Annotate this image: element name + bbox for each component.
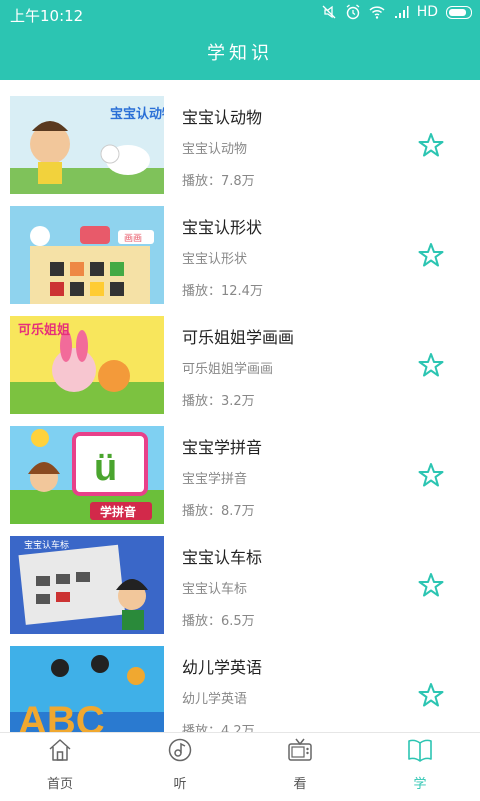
list-item[interactable]: 可乐姐姐 可乐姐姐学画画 可乐姐姐学画画 播放：3.2万 bbox=[0, 300, 480, 414]
item-title: 宝宝学拼音 bbox=[182, 438, 263, 457]
thumbnail-pinyin[interactable]: ü 学拼音 bbox=[10, 426, 164, 524]
item-subtitle: 可乐姐姐学画画 bbox=[182, 362, 274, 377]
battery-icon bbox=[446, 5, 472, 19]
tab-watch[interactable]: 看 bbox=[240, 733, 360, 801]
tab-learn[interactable]: 学 bbox=[360, 733, 480, 801]
thumbnail-shapes[interactable]: 画画 bbox=[10, 206, 164, 304]
tab-home[interactable]: 首页 bbox=[0, 733, 120, 801]
thumbnail-animals[interactable]: 宝宝认动物 bbox=[10, 96, 164, 194]
tab-label: 听 bbox=[173, 777, 187, 792]
thumb-text: 宝宝认车标 bbox=[24, 539, 69, 550]
thumb-text: 画画 bbox=[124, 233, 142, 243]
home-icon bbox=[49, 739, 71, 761]
item-title: 宝宝认动物 bbox=[182, 108, 263, 127]
tv-icon bbox=[288, 738, 312, 761]
item-play-count: 播放：4.2万 bbox=[182, 724, 255, 732]
status-bar: 上午10:12 HD bbox=[0, 0, 480, 28]
star-icon[interactable] bbox=[418, 132, 444, 158]
item-title: 宝宝认车标 bbox=[182, 548, 263, 567]
thumbnail-drawing[interactable]: 可乐姐姐 bbox=[10, 316, 164, 414]
item-play-count: 播放：3.2万 bbox=[182, 394, 255, 409]
star-icon[interactable] bbox=[418, 572, 444, 598]
tab-label: 看 bbox=[293, 777, 307, 792]
thumb-big-text: ü bbox=[94, 447, 117, 489]
tab-label: 学 bbox=[413, 777, 427, 792]
list-item[interactable]: ABC 幼儿学英语 幼儿学英语 播放：4.2万 bbox=[0, 630, 480, 732]
item-title: 宝宝认形状 bbox=[182, 218, 263, 237]
item-play-count: 播放：12.4万 bbox=[182, 284, 263, 299]
list-item[interactable]: 宝宝认动物 宝宝认动物 宝宝认动物 播放：7.8万 bbox=[0, 80, 480, 194]
list-item[interactable]: 画画 宝宝认形状 宝宝认形状 播放：12.4万 bbox=[0, 190, 480, 304]
item-play-count: 播放：7.8万 bbox=[182, 174, 255, 189]
item-subtitle: 宝宝认形状 bbox=[182, 252, 248, 267]
network-label: HD bbox=[416, 4, 438, 20]
alarm-icon bbox=[346, 4, 360, 20]
item-subtitle: 幼儿学英语 bbox=[182, 692, 248, 707]
tab-label: 首页 bbox=[46, 777, 73, 792]
thumb-text: 学拼音 bbox=[100, 504, 136, 519]
star-icon[interactable] bbox=[418, 242, 444, 268]
signal-icon bbox=[394, 6, 409, 18]
thumb-text: 宝宝认动物 bbox=[110, 106, 164, 121]
item-play-count: 播放：8.7万 bbox=[182, 504, 255, 519]
status-time: 上午10:12 bbox=[10, 7, 84, 25]
item-subtitle: 宝宝认动物 bbox=[182, 142, 248, 157]
book-icon bbox=[408, 739, 432, 762]
star-icon[interactable] bbox=[418, 682, 444, 708]
list-item[interactable]: ü 学拼音 宝宝学拼音 宝宝学拼音 播放：8.7万 bbox=[0, 410, 480, 524]
page-title: 学知识 bbox=[0, 28, 480, 80]
item-title: 可乐姐姐学画画 bbox=[182, 328, 295, 347]
wifi-icon bbox=[369, 6, 385, 19]
item-play-count: 播放：6.5万 bbox=[182, 614, 255, 629]
thumb-text: ABC bbox=[18, 699, 105, 732]
music-disc-icon bbox=[168, 738, 192, 762]
item-subtitle: 宝宝认车标 bbox=[182, 582, 248, 597]
thumb-text: 可乐姐姐 bbox=[18, 322, 70, 337]
item-title: 幼儿学英语 bbox=[182, 658, 263, 677]
thumbnail-car-logos[interactable]: 宝宝认车标 bbox=[10, 536, 164, 634]
thumbnail-english[interactable]: ABC bbox=[10, 646, 164, 732]
item-subtitle: 宝宝学拼音 bbox=[182, 472, 248, 487]
star-icon[interactable] bbox=[418, 352, 444, 378]
video-list: 宝宝认动物 宝宝认动物 宝宝认动物 播放：7.8万 画画 宝宝认形状 宝宝认形状… bbox=[0, 80, 480, 732]
tab-listen[interactable]: 听 bbox=[120, 733, 240, 801]
bottom-tab-bar: 首页 听 看 学 bbox=[0, 732, 480, 801]
mute-icon bbox=[322, 5, 336, 19]
list-item[interactable]: 宝宝认车标 宝宝认车标 宝宝认车标 播放：6.5万 bbox=[0, 520, 480, 634]
status-icons: HD bbox=[321, 4, 472, 20]
star-icon[interactable] bbox=[418, 462, 444, 488]
